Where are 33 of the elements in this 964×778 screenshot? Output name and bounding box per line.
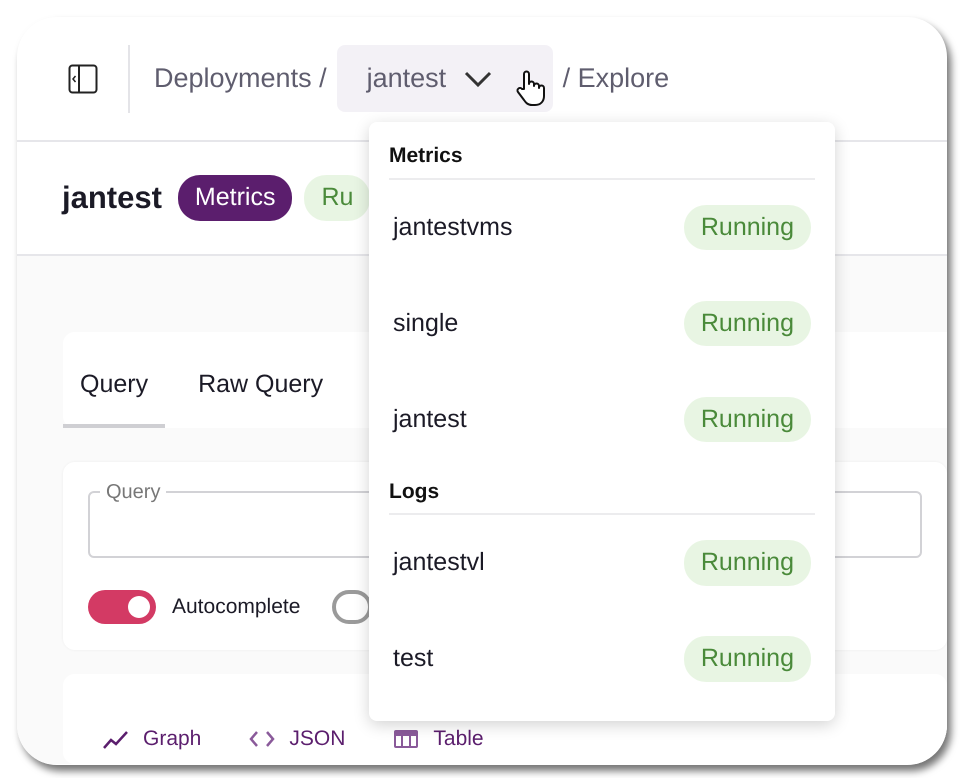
chevron-down-icon [464,70,492,88]
menu-section-header: Logs [389,476,815,515]
deployment-name: jantestvl [393,547,485,578]
deployment-name: test [393,643,434,674]
toggle-switch[interactable] [88,590,156,624]
sidebar-toggle-icon[interactable] [68,64,98,94]
query-tab[interactable]: Raw Query [181,350,340,428]
table-icon [393,728,420,750]
deployment-name: jantestvms [393,212,512,243]
menu-section-header: Metrics [389,140,815,180]
deployment-name: jantest [393,404,467,435]
switch-label: Autocomplete [172,594,300,620]
type-badge: Metrics [178,175,292,221]
menu-item[interactable]: test Running [389,611,815,707]
status-badge: Ru [304,175,370,221]
status-badge: Running [684,204,811,250]
result-tab[interactable]: Graph [103,714,202,764]
status-badge: Running [684,396,811,442]
deployment-selector[interactable]: jantest [336,45,553,112]
menu-item[interactable]: jantest Running [389,372,815,468]
breadcrumb-current: / Explore [562,62,670,96]
result-tab[interactable]: JSON [249,714,346,764]
menu-item[interactable]: jantestvl Running [389,515,815,611]
menu-item[interactable]: jantestvms Running [389,180,815,276]
menu-item[interactable]: single Running [389,276,815,372]
deployment-name: single [393,308,458,339]
status-badge: Running [684,636,811,682]
deployment-title: jantest [62,178,162,217]
breadcrumb-link[interactable]: Deployments / [154,58,327,99]
status-badge: Running [684,540,811,586]
status-badge: Running [684,300,811,346]
pointer-cursor-icon [514,69,545,107]
query-tab[interactable]: Query [63,350,166,428]
